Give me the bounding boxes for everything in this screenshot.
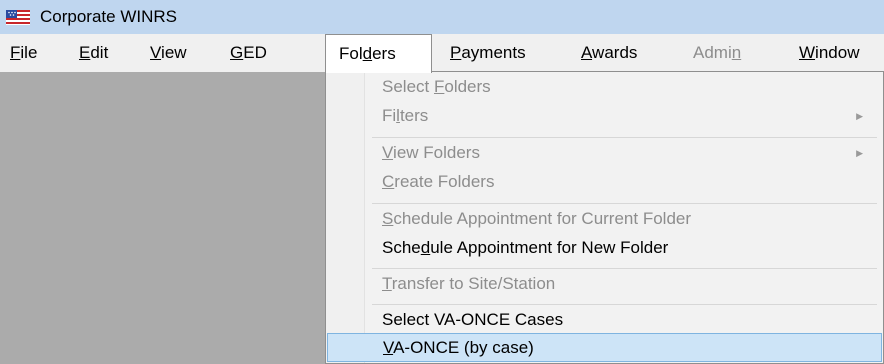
menu-bar: File Edit View GED Folders Payments Awar… — [0, 34, 884, 73]
menu-window[interactable]: Window — [799, 34, 859, 72]
menu-view[interactable]: View — [150, 34, 187, 72]
menu-awards[interactable]: Awards — [581, 34, 637, 72]
menu-item-transfer-site[interactable]: Transfer to Site/Station — [326, 269, 883, 299]
menu-item-create-folders[interactable]: Create Folders — [326, 167, 883, 197]
menu-item-schedule-new-folder[interactable]: Schedule Appointment for New Folder — [326, 233, 883, 263]
menu-item-va-once-by-case[interactable]: VA-ONCE (by case) — [327, 333, 882, 362]
us-flag-icon — [6, 10, 30, 25]
title-bar: Corporate WINRS — [0, 0, 884, 34]
menu-item-select-folders[interactable]: Select Folders — [326, 72, 883, 102]
menu-file[interactable]: File — [10, 34, 37, 72]
submenu-arrow-icon: ▶ — [856, 111, 863, 121]
submenu-arrow-icon: ▶ — [856, 148, 863, 158]
menu-edit[interactable]: Edit — [79, 34, 108, 72]
menu-admin[interactable]: Admin — [693, 34, 741, 72]
window-title: Corporate WINRS — [40, 7, 177, 26]
menu-item-view-folders[interactable]: View Folders ▶ — [326, 138, 883, 168]
menu-folders[interactable]: Folders — [325, 34, 432, 73]
menu-payments[interactable]: Payments — [450, 34, 526, 72]
menu-item-filters[interactable]: Filters ▶ — [326, 101, 883, 131]
menu-ged[interactable]: GED — [230, 34, 267, 72]
menu-item-schedule-current-folder[interactable]: Schedule Appointment for Current Folder — [326, 204, 883, 234]
folders-dropdown-menu: Select Folders Filters ▶ View Folders ▶ … — [325, 71, 884, 364]
menu-item-select-va-once-cases[interactable]: Select VA-ONCE Cases — [326, 305, 883, 335]
